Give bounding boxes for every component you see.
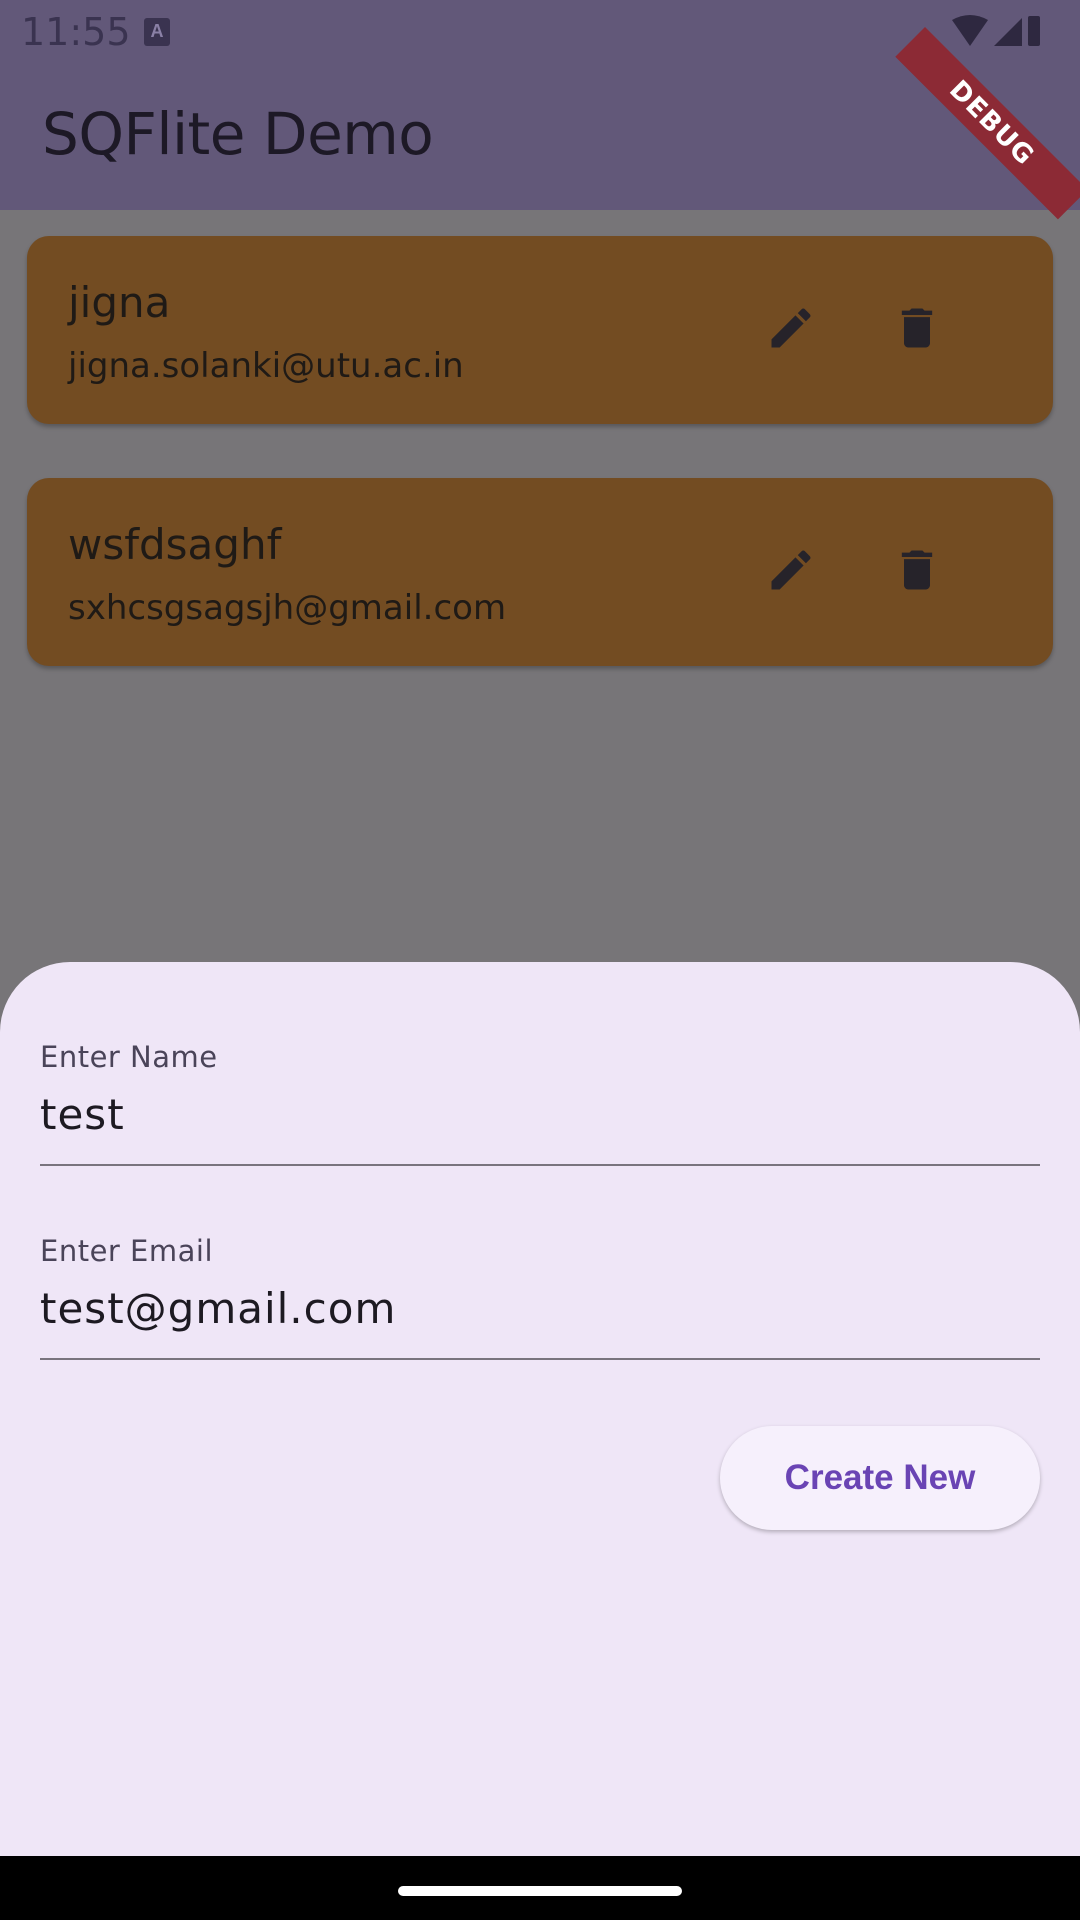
wifi-icon <box>952 15 988 46</box>
status-time: 11:55 <box>21 10 131 54</box>
signal-icon <box>994 18 1022 46</box>
email-field[interactable]: Enter Email test@gmail.com <box>40 1234 1040 1374</box>
pencil-icon <box>771 550 811 590</box>
list-item[interactable]: wsfdsaghf sxhcsgsagsjh@gmail.com <box>27 478 1053 666</box>
email-input[interactable]: test@gmail.com <box>40 1284 396 1333</box>
record-name: wsfdsaghf <box>68 520 282 569</box>
battery-icon <box>1028 16 1040 46</box>
pencil-icon <box>771 308 811 348</box>
name-field-label: Enter Name <box>40 1040 218 1074</box>
delete-button[interactable] <box>885 538 949 602</box>
edit-button[interactable] <box>759 296 823 360</box>
status-icons <box>950 14 1040 55</box>
notification-icon: A <box>144 18 170 46</box>
bottom-sheet: Enter Name test Enter Email test@gmail.c… <box>0 962 1080 1856</box>
page-title: SQFlite Demo <box>42 100 434 168</box>
record-email: sxhcsgsagsjh@gmail.com <box>68 588 507 628</box>
navigation-bar <box>0 1856 1080 1920</box>
list-item[interactable]: jigna jigna.solanki@utu.ac.in <box>27 236 1053 424</box>
app-bar: SQFlite Demo <box>0 64 1080 210</box>
name-input[interactable]: test <box>40 1090 125 1139</box>
edit-button[interactable] <box>759 538 823 602</box>
record-name: jigna <box>68 278 171 327</box>
trash-icon <box>901 308 933 348</box>
home-indicator[interactable] <box>398 1886 682 1896</box>
name-field-underline <box>40 1164 1040 1166</box>
delete-button[interactable] <box>885 296 949 360</box>
record-email: jigna.solanki@utu.ac.in <box>68 346 464 386</box>
email-field-label: Enter Email <box>40 1234 214 1268</box>
name-field[interactable]: Enter Name test <box>40 1040 1040 1180</box>
trash-icon <box>901 550 933 590</box>
email-field-underline <box>40 1358 1040 1360</box>
create-new-button[interactable]: Create New <box>720 1426 1040 1530</box>
